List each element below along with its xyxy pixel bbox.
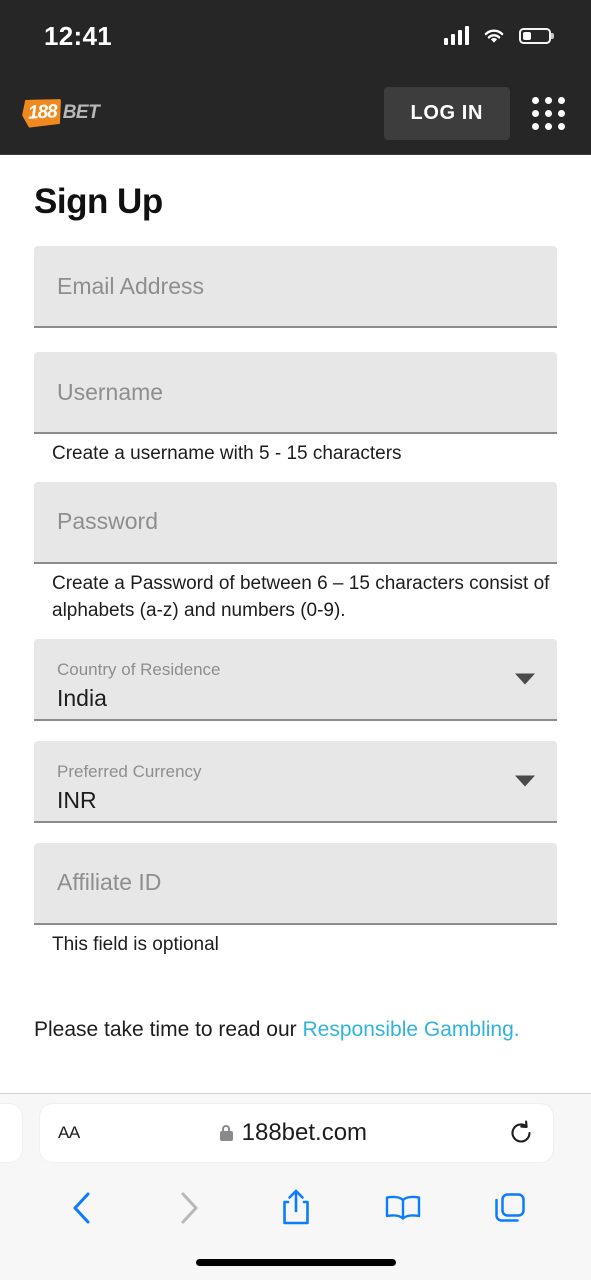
country-select-label: Country of Residence [57,660,221,680]
username-field[interactable]: Username [34,352,557,434]
cellular-signal-icon [443,26,469,45]
header-actions: LOG IN [383,86,565,140]
password-helper-text: Create a Password of between 6 – 15 char… [52,572,550,621]
login-button[interactable]: LOG IN [383,86,510,140]
site-header: 188 BET LOG IN [0,72,591,155]
logo-number: 188 [27,101,58,124]
affiliate-id-field[interactable]: Affiliate ID [34,842,557,925]
battery-icon [519,28,551,44]
currency-select[interactable]: Preferred Currency INR [34,740,557,823]
tabs-icon[interactable] [483,1181,537,1235]
page-title: Sign Up [34,182,163,221]
currency-select-label: Preferred Currency [57,762,202,782]
chevron-down-icon [515,775,535,787]
status-bar: 12:41 [0,0,591,72]
url-display: 188bet.com [80,1119,507,1147]
url-text: 188bet.com [241,1119,368,1146]
wifi-icon [482,27,506,45]
forward-button [162,1181,216,1235]
reload-icon[interactable] [507,1119,535,1147]
safari-url-row: AA 188bet.com [0,1094,591,1172]
signup-form: Sign Up Email Address Username Create a … [0,155,591,1041]
phone-screen: 12:41 188 BET LOG IN Sign Up Email Addre… [0,0,591,1280]
password-field[interactable]: Password [34,481,557,564]
adjacent-tab-card[interactable] [0,1104,22,1162]
country-select-value: India [57,684,107,711]
site-logo[interactable]: 188 BET [21,98,100,128]
status-bar-clock: 12:41 [44,20,112,51]
responsible-gambling-link[interactable]: Responsible Gambling. [302,1018,519,1041]
grid-menu-icon[interactable] [532,96,565,130]
email-field[interactable]: Email Address [34,246,557,328]
username-helper-text: Create a username with 5 - 15 characters [52,443,402,464]
text-size-label: AA [58,1123,80,1142]
country-select[interactable]: Country of Residence India [34,638,557,721]
notice-text: Please take time to read our [34,1017,303,1041]
text-size-button[interactable]: AA [58,1123,80,1143]
back-button[interactable] [55,1181,109,1235]
affiliate-id-helper-text: This field is optional [52,933,219,955]
password-field-placeholder: Password [57,508,158,535]
home-indicator [195,1259,396,1266]
status-bar-icons [443,26,551,45]
safari-toolbar [0,1172,591,1244]
email-field-placeholder: Email Address [57,272,205,299]
username-field-placeholder: Username [57,378,164,405]
share-icon[interactable] [269,1181,323,1235]
logo-word: BET [62,102,100,123]
affiliate-id-placeholder: Affiliate ID [57,869,162,896]
currency-select-value: INR [57,786,97,813]
safari-browser-chrome: AA 188bet.com [0,1093,591,1280]
safari-address-bar[interactable]: AA 188bet.com [40,1104,553,1162]
bookmarks-icon[interactable] [376,1181,430,1235]
chevron-down-icon [515,673,535,685]
responsible-gambling-notice: Please take time to read our Responsible… [34,959,557,1044]
lock-icon [219,1125,233,1141]
logo-badge-icon: 188 [21,98,62,128]
